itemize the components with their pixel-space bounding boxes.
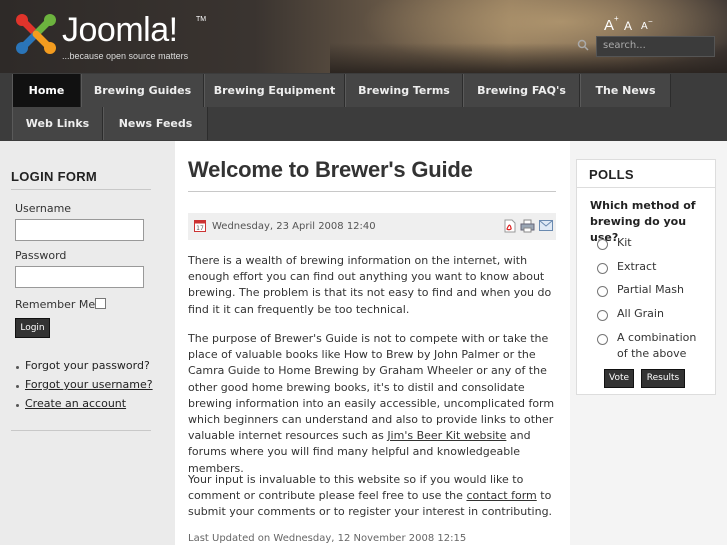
poll-option-radio-kit[interactable] bbox=[597, 239, 608, 250]
article-paragraph-1: There is a wealth of brewing information… bbox=[188, 254, 552, 316]
forgot-password-link[interactable]: Forgot your password? bbox=[25, 359, 150, 372]
poll-option-label: Partial Mash bbox=[617, 283, 684, 296]
poll-option-radio-extract[interactable] bbox=[597, 263, 608, 274]
remember-me-label: Remember Me bbox=[15, 298, 96, 311]
nav-item-brewing-equipment[interactable]: Brewing Equipment bbox=[204, 74, 345, 107]
article-paragraph-3: Your input is invaluable to this website… bbox=[188, 472, 560, 521]
search-icon bbox=[577, 39, 589, 51]
poll-option-radio-all-grain[interactable] bbox=[597, 310, 608, 321]
font-increase-button[interactable]: A bbox=[604, 17, 614, 34]
polls-title: POLLS bbox=[589, 167, 634, 182]
tagline: ...because open source matters bbox=[62, 51, 189, 61]
poll-option-label: Extract bbox=[617, 260, 657, 273]
nav-item-brewing-faqs[interactable]: Brewing FAQ's bbox=[463, 74, 580, 107]
poll-question: Which method of brewing do you use? bbox=[590, 199, 696, 244]
nav-item-brewing-guides[interactable]: Brewing Guides bbox=[81, 74, 204, 107]
password-label: Password bbox=[15, 249, 67, 262]
plus-icon: + bbox=[614, 14, 619, 23]
divider bbox=[11, 430, 151, 431]
poll-option-radio-combination[interactable] bbox=[597, 334, 608, 345]
article-title[interactable]: Welcome to Brewer's Guide bbox=[188, 157, 473, 183]
login-button[interactable]: Login bbox=[15, 318, 50, 338]
divider bbox=[577, 187, 715, 188]
minus-icon: − bbox=[648, 17, 653, 26]
username-label: Username bbox=[15, 202, 72, 215]
pdf-icon[interactable] bbox=[503, 219, 516, 233]
create-account-link[interactable]: Create an account bbox=[25, 397, 126, 410]
print-icon[interactable] bbox=[520, 219, 535, 233]
jims-beer-kit-link[interactable]: Jim's Beer Kit website bbox=[387, 429, 506, 442]
poll-option-label: A combination of the above bbox=[617, 331, 697, 360]
font-reset-button[interactable]: A bbox=[624, 19, 632, 33]
bullet bbox=[16, 404, 19, 407]
nav-item-web-links[interactable]: Web Links bbox=[12, 107, 103, 140]
paragraph-text: The purpose of Brewer's Guide is not to … bbox=[188, 332, 555, 443]
login-form-title: LOGIN FORM bbox=[11, 169, 98, 184]
divider bbox=[188, 191, 556, 192]
logo-wordmark[interactable]: Joomla! bbox=[62, 12, 178, 48]
poll-option-radio-partial-mash[interactable] bbox=[597, 286, 608, 297]
search-input[interactable]: search... bbox=[596, 36, 715, 57]
nav-item-news-feeds[interactable]: News Feeds bbox=[103, 107, 208, 140]
remember-me-checkbox[interactable] bbox=[95, 298, 106, 309]
article-date: Wednesday, 23 April 2008 12:40 bbox=[212, 221, 376, 232]
main-navigation: Home Brewing Guides Brewing Equipment Br… bbox=[0, 73, 727, 141]
bullet bbox=[16, 385, 19, 388]
calendar-icon: 17 bbox=[194, 220, 206, 232]
nav-item-brewing-terms[interactable]: Brewing Terms bbox=[345, 74, 463, 107]
poll-option-label: All Grain bbox=[617, 307, 664, 320]
font-decrease-button[interactable]: A bbox=[641, 21, 648, 32]
joomla-logo-icon[interactable] bbox=[14, 12, 58, 56]
nav-item-the-news[interactable]: The News bbox=[580, 74, 671, 107]
password-field[interactable] bbox=[15, 266, 144, 288]
article-paragraph-2: The purpose of Brewer's Guide is not to … bbox=[188, 331, 560, 477]
results-button[interactable]: Results bbox=[641, 369, 685, 388]
username-field[interactable] bbox=[15, 219, 144, 241]
bullet bbox=[16, 366, 19, 369]
divider bbox=[11, 189, 151, 190]
nav-item-home[interactable]: Home bbox=[12, 74, 81, 107]
svg-text:17: 17 bbox=[196, 225, 204, 232]
last-updated: Last Updated on Wednesday, 12 November 2… bbox=[188, 533, 467, 544]
email-icon[interactable] bbox=[539, 220, 553, 231]
poll-option-label: Kit bbox=[617, 236, 632, 249]
vote-button[interactable]: Vote bbox=[604, 369, 634, 388]
forgot-username-link[interactable]: Forgot your username? bbox=[25, 378, 153, 391]
contact-form-link[interactable]: contact form bbox=[466, 489, 536, 502]
logo-trademark: TM bbox=[196, 16, 207, 23]
site-header: Joomla! TM ...because open source matter… bbox=[0, 0, 727, 73]
